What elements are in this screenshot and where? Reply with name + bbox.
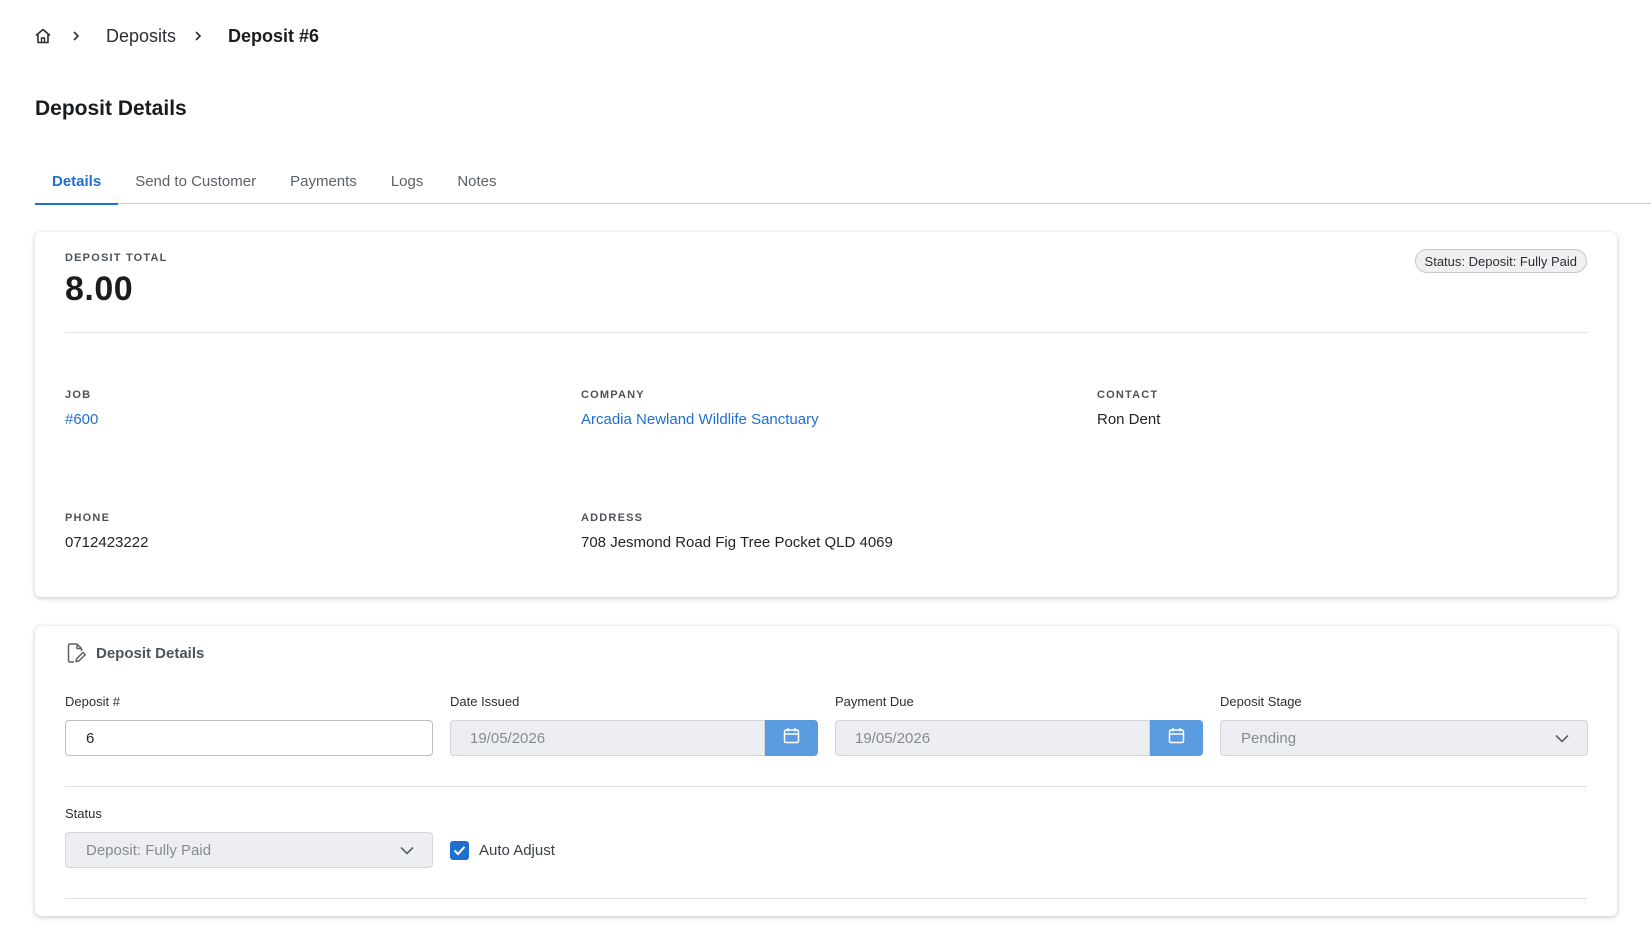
- job-label: JOB: [65, 389, 92, 401]
- edit-document-icon: [65, 642, 87, 664]
- auto-adjust-checkbox[interactable]: [450, 841, 469, 860]
- deposit-details-form-card: Deposit Details Deposit # 6 Date Issued …: [35, 626, 1617, 916]
- divider: [65, 332, 1587, 333]
- deposit-number-field: Deposit # 6: [65, 694, 433, 756]
- phone-label: PHONE: [65, 512, 111, 524]
- contact-info: CONTACT Ron Dent: [1097, 389, 1160, 428]
- divider: [65, 786, 1587, 787]
- address-label: ADDRESS: [581, 512, 644, 524]
- company-info: COMPANY Arcadia Newland Wildlife Sanctua…: [581, 389, 819, 428]
- deposit-total-label: DEPOSIT TOTAL: [65, 252, 168, 264]
- calendar-icon: [783, 727, 800, 749]
- section-title: Deposit Details: [96, 644, 205, 662]
- status-badge: Status: Deposit: Fully Paid: [1414, 249, 1587, 273]
- company-link[interactable]: Arcadia Newland Wildlife Sanctuary: [581, 411, 819, 428]
- breadcrumb: Deposits Deposit #6: [34, 24, 319, 48]
- auto-adjust-toggle[interactable]: Auto Adjust: [450, 841, 555, 860]
- deposit-total-value: 8.00: [65, 270, 134, 308]
- status-select[interactable]: Deposit: Fully Paid: [65, 832, 433, 868]
- divider: [65, 898, 1587, 899]
- job-info: JOB #600: [65, 389, 98, 428]
- phone-value: 0712423222: [65, 534, 149, 551]
- date-issued-field: Date Issued 19/05/2026: [450, 694, 818, 756]
- address-info: ADDRESS 708 Jesmond Road Fig Tree Pocket…: [581, 512, 893, 551]
- tab-notes[interactable]: Notes: [440, 158, 513, 204]
- deposit-number-input[interactable]: 6: [65, 720, 433, 756]
- contact-value: Ron Dent: [1097, 411, 1161, 428]
- deposit-stage-value: Pending: [1241, 729, 1297, 747]
- deposit-number-label: Deposit #: [65, 694, 120, 709]
- calendar-button[interactable]: [765, 720, 818, 756]
- company-label: COMPANY: [581, 389, 645, 401]
- breadcrumb-current: Deposit #6: [228, 25, 320, 46]
- chevron-down-icon: [400, 842, 416, 858]
- tab-payments[interactable]: Payments: [273, 158, 374, 204]
- status-field: Status Deposit: Fully Paid: [65, 806, 433, 868]
- date-issued-label: Date Issued: [450, 694, 520, 709]
- tab-send-to-customer[interactable]: Send to Customer: [118, 158, 273, 204]
- calendar-icon: [1168, 727, 1185, 749]
- calendar-button[interactable]: [1150, 720, 1203, 756]
- home-icon[interactable]: [34, 26, 54, 46]
- page-title: Deposit Details: [35, 97, 187, 120]
- chevron-right-icon: [194, 30, 206, 42]
- payment-due-group: 19/05/2026: [835, 720, 1203, 756]
- payment-due-label: Payment Due: [835, 694, 914, 709]
- chevron-right-icon: [72, 30, 84, 42]
- date-issued-group: 19/05/2026: [450, 720, 818, 756]
- tab-details[interactable]: Details: [35, 158, 119, 205]
- contact-label: CONTACT: [1097, 389, 1159, 401]
- phone-info: PHONE 0712423222: [65, 512, 148, 551]
- status-value: Deposit: Fully Paid: [86, 841, 212, 859]
- breadcrumb-deposits-link[interactable]: Deposits: [106, 26, 176, 47]
- auto-adjust-label: Auto Adjust: [479, 842, 555, 859]
- deposit-page: Deposits Deposit #6 Deposit Details Deta…: [0, 0, 1651, 950]
- deposit-stage-label: Deposit Stage: [1220, 694, 1302, 709]
- job-link[interactable]: #600: [65, 411, 98, 428]
- chevron-down-icon: [1555, 730, 1571, 746]
- deposit-summary-card: DEPOSIT TOTAL 8.00 Status: Deposit: Full…: [35, 232, 1617, 597]
- tab-logs[interactable]: Logs: [374, 158, 441, 204]
- date-issued-input[interactable]: 19/05/2026: [450, 720, 765, 756]
- check-icon: [453, 846, 466, 856]
- section-header: Deposit Details: [65, 642, 204, 664]
- payment-due-input[interactable]: 19/05/2026: [835, 720, 1150, 756]
- tab-bar: Details Send to Customer Payments Logs N…: [35, 158, 1651, 205]
- status-label: Status: [65, 806, 102, 821]
- address-value: 708 Jesmond Road Fig Tree Pocket QLD 406…: [581, 534, 893, 551]
- deposit-stage-select[interactable]: Pending: [1220, 720, 1588, 756]
- deposit-stage-field: Deposit Stage Pending: [1220, 694, 1588, 756]
- payment-due-field: Payment Due 19/05/2026: [835, 694, 1203, 756]
